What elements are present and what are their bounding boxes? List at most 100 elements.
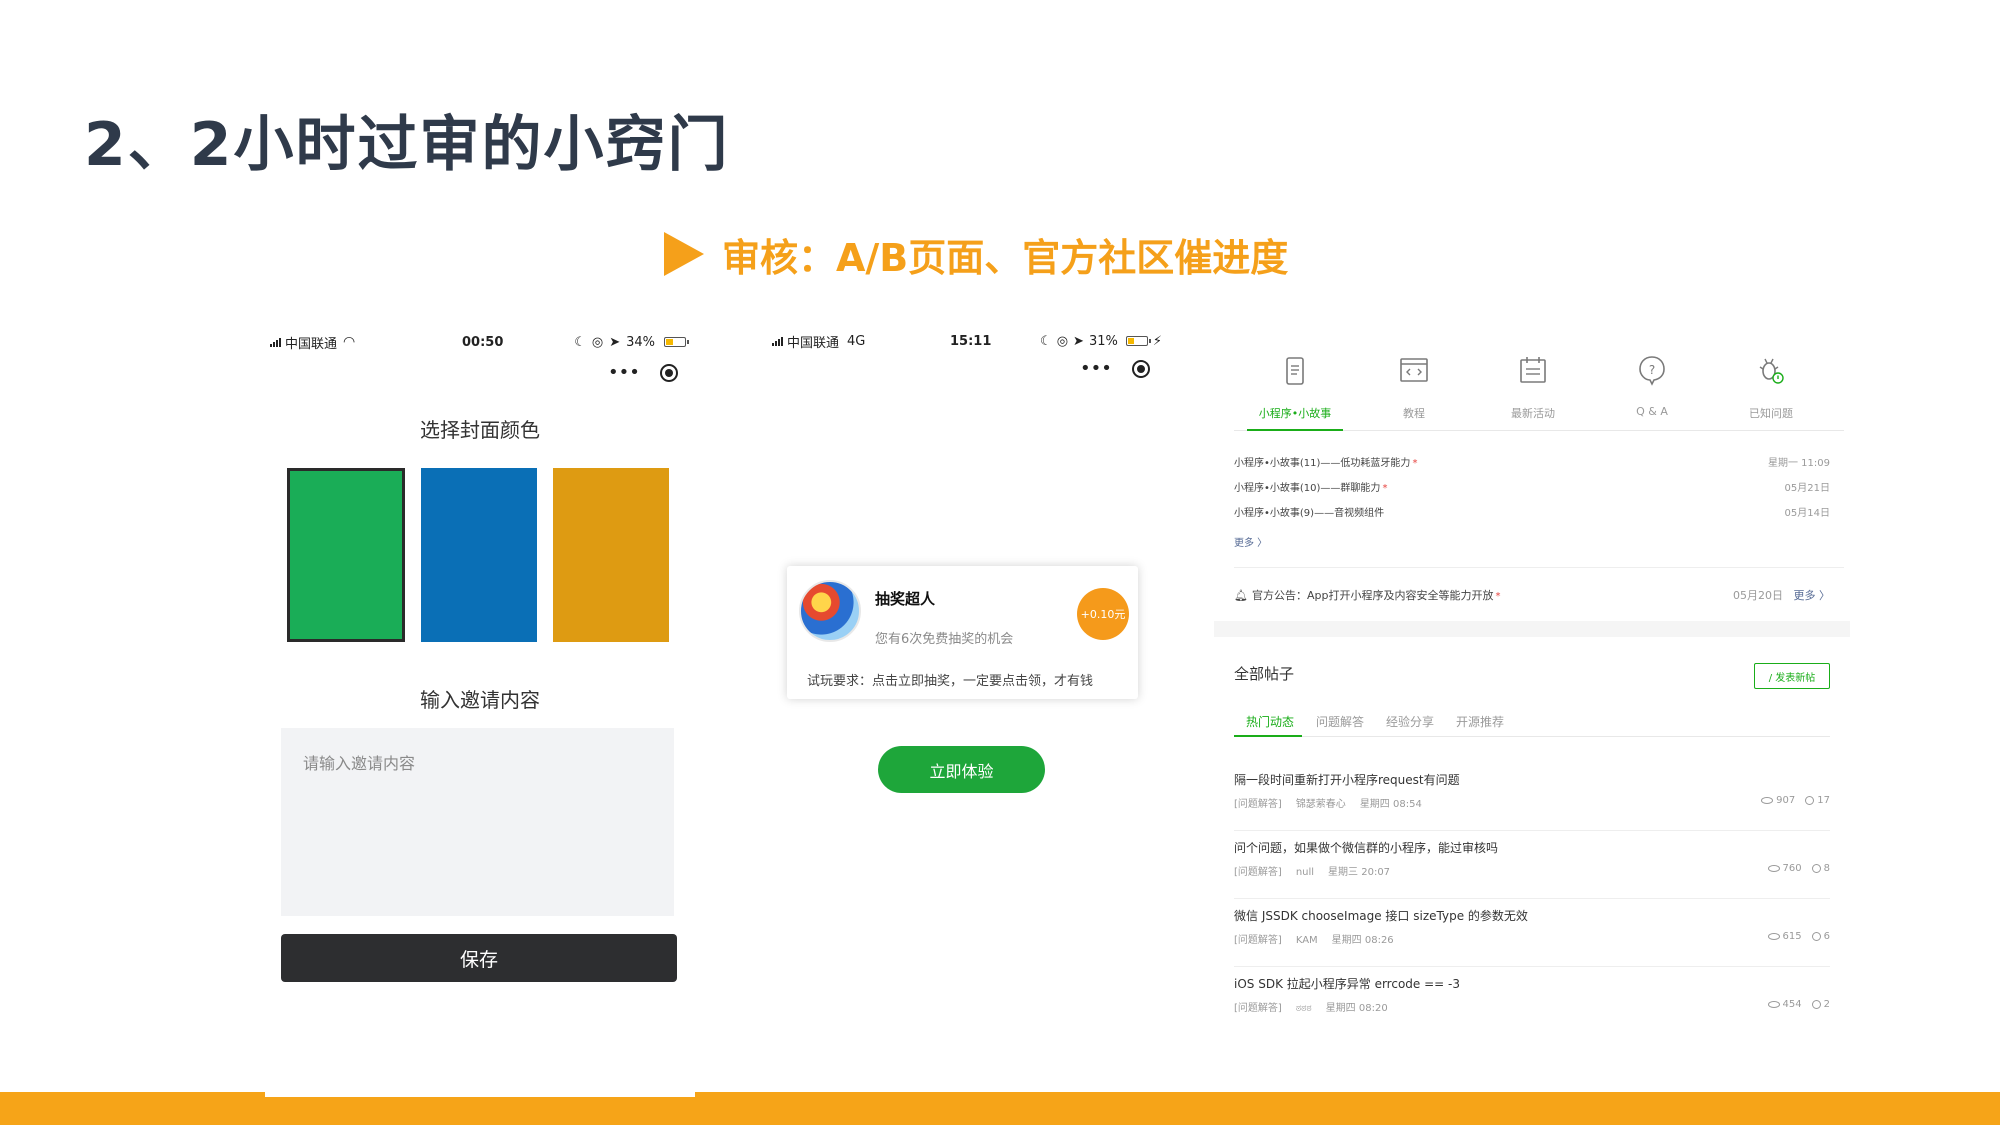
nav-item-events[interactable]: 最新活动 [1483,353,1583,421]
slide-subtitle: 审核：A/B页面、官方社区催进度 [664,228,1288,280]
post-title: 问个问题，如果做个微信群的小程序，能过审核吗 [1234,841,1499,855]
post-time: 星期四 08:26 [1331,935,1394,946]
phone-b-status-bar: 中国联通 4G 15:11 ☾ ◎ ➤ 31% ⚡ [772,329,1162,353]
color-swatch-blue[interactable] [421,468,537,642]
announcement-more-link[interactable]: 更多 〉 [1794,589,1831,602]
phone-a-capsule[interactable]: ••• [608,362,678,383]
post-row[interactable]: 微信 JSSDK chooseImage 接口 sizeType 的参数无效 [… [1234,899,1830,967]
nav-label: 已知问题 [1749,407,1793,420]
color-swatch-green[interactable] [287,468,405,642]
tab-divider [1234,736,1830,737]
slide-title: 2、2小时过审的小窍门 [84,110,730,180]
post-title: 隔一段时间重新打开小程序request有问题 [1234,773,1460,787]
post-row[interactable]: 问个问题，如果做个微信群的小程序，能过审核吗 [问题解答] null 星期三 20:… [1234,831,1830,899]
tab-hot[interactable]: 热门动态 [1246,713,1294,730]
post-tag: [问题解答] [1234,799,1282,810]
location-arrow-icon: ➤ [609,334,621,350]
phone-b-capsule[interactable]: ••• [1080,358,1150,379]
lottery-name: 抽奖超人 [875,590,936,608]
lottery-avatar [799,580,861,642]
invite-content-input[interactable] [281,728,674,916]
phone-doc-icon [1286,357,1304,385]
story-row[interactable]: 小程序•小故事(10)——群聊能力 * 05月21日 [1234,479,1830,494]
tab-open-source[interactable]: 开源推荐 [1456,713,1504,730]
cover-color-title: 选择封面颜色 [420,418,540,442]
more-icon[interactable]: ••• [608,362,640,383]
code-window-icon [1400,358,1428,382]
post-views: 907 [1776,795,1796,806]
status-time: 00:50 [462,334,504,350]
tab-active-underline [1234,735,1302,737]
new-post-button[interactable]: / 发表新帖 [1754,663,1830,689]
stories-more-link[interactable]: 更多 〉 [1234,534,1267,549]
battery-icon [1125,336,1151,346]
nav-item-known-issues[interactable]: 已知问题 [1721,353,1821,421]
eye-icon [1761,796,1774,804]
color-swatch-yellow[interactable] [553,468,669,642]
reward-badge: +0.10元 [1077,588,1129,640]
close-target-icon[interactable] [1131,359,1150,378]
invite-content-title: 输入邀请内容 [420,688,540,712]
tab-qa[interactable]: 问题解答 [1316,713,1364,730]
try-now-button[interactable]: 立即体验 [878,746,1045,793]
official-announcement[interactable]: 🔔︎ 官方公告：App打开小程序及内容安全等能力开放 * 05月20日 更多 〉 [1234,587,1830,603]
svg-text:?: ? [1649,363,1655,377]
post-row[interactable]: 隔一段时间重新打开小程序request有问题 [问题解答] 锦瑟萦春心 星期四 08… [1234,763,1830,831]
nav-item-qa[interactable]: ? Q & A [1602,353,1702,418]
moon-icon: ☾ [1040,333,1052,349]
nav-item-tutorial[interactable]: 教程 [1364,353,1464,421]
tab-experience[interactable]: 经验分享 [1386,713,1434,730]
post-title: iOS SDK 拉起小程序异常 errcode == -3 [1234,977,1460,991]
location-arrow-icon: ➤ [1073,333,1084,349]
nav-item-stories[interactable]: 小程序•小故事 [1245,353,1345,421]
story-title: 小程序•小故事(11)——低功耗蓝牙能力 [1234,458,1411,469]
story-row[interactable]: 小程序•小故事(11)——低功耗蓝牙能力 * 星期一 11:09 [1234,454,1830,469]
post-comments: 8 [1823,863,1830,874]
post-tag: [问题解答] [1234,1003,1282,1013]
lottery-description: 您有6次免费抽奖的机会 [875,632,1014,647]
lottery-card[interactable]: 抽奖超人 您有6次免费抽奖的机会 +0.10元 试玩要求：点击立即抽奖，一定要点… [787,566,1138,699]
story-title: 小程序•小故事(9)——音视频组件 [1234,508,1385,519]
post-views: 615 [1782,931,1802,942]
nav-label: 教程 [1403,407,1425,420]
bug-icon [1759,358,1784,384]
eye-icon [1767,1000,1780,1008]
eye-icon [1767,932,1780,940]
comment-icon [1811,863,1821,873]
new-dot-icon: * [1412,458,1418,469]
post-row[interactable]: iOS SDK 拉起小程序异常 errcode == -3 [问题解答] ಠಠಠ 星… [1234,967,1830,1013]
battery-percent: 31% [1088,333,1118,349]
story-date: 星期一 11:09 [1768,458,1830,469]
post-time: 星期四 08:54 [1359,799,1422,810]
bell-icon: 🔔︎ [1234,589,1248,602]
phone-a-status-bar: 中国联通 ◠ 00:50 ☾ ◎ ➤ 34% [270,330,690,354]
post-comments: 2 [1823,999,1830,1010]
announcement-date: 05月20日 [1733,589,1783,602]
story-row[interactable]: 小程序•小故事(9)——音视频组件 05月14日 [1234,504,1830,519]
post-views: 454 [1782,999,1802,1010]
lock-rotation-icon: ◎ [1056,333,1069,349]
more-icon[interactable]: ••• [1080,358,1112,379]
battery-icon [664,337,689,347]
section-separator [1214,621,1850,637]
post-time: 星期四 08:20 [1325,1003,1388,1013]
story-date: 05月14日 [1784,508,1830,519]
post-views: 760 [1782,863,1802,874]
lock-rotation-icon: ◎ [591,334,604,350]
new-dot-icon: * [1495,591,1501,602]
footer-notch [265,1092,695,1097]
nav-active-underline [1247,429,1343,431]
trial-requirement: 试玩要求：点击立即抽奖，一定要点击领，才有钱 [807,674,1094,689]
save-button[interactable]: 保存 [281,934,677,982]
post-author: 锦瑟萦春心 [1295,799,1346,810]
post-author: ಠಠಠ [1295,1003,1312,1013]
nav-label: Q & A [1636,405,1668,418]
story-date: 05月21日 [1784,483,1830,494]
calendar-list-icon [1520,357,1546,383]
post-author: null [1295,867,1315,878]
close-target-icon[interactable] [659,363,678,382]
carrier-label: 中国联通 [787,335,840,351]
question-bubble-icon: ? [1639,356,1665,386]
divider [1234,567,1844,568]
post-tag: [问题解答] [1234,935,1282,946]
